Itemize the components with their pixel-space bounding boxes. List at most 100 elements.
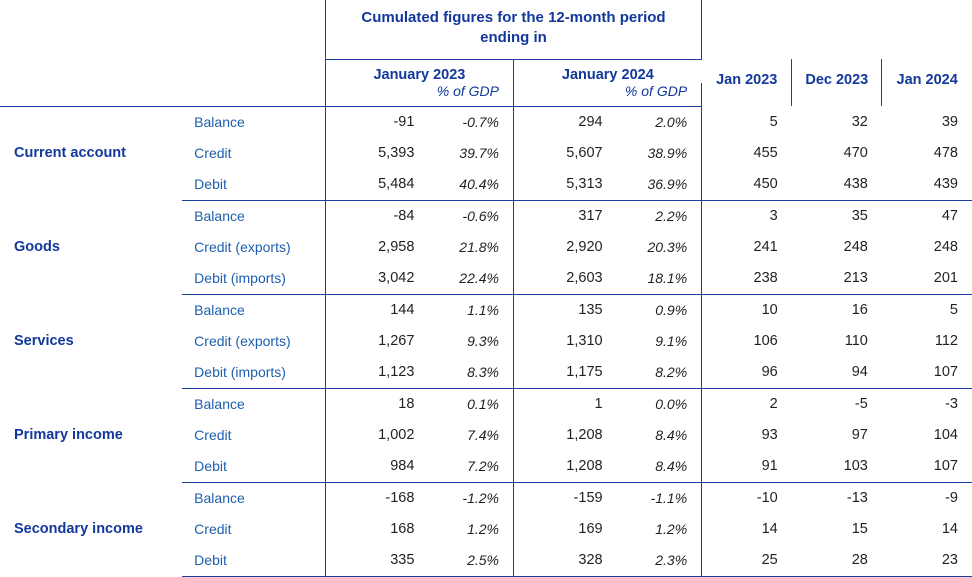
value-cum-2024: 1,208 bbox=[513, 450, 617, 483]
value-jan-2024: 107 bbox=[881, 450, 972, 483]
row-label: Credit (exports) bbox=[182, 325, 326, 357]
value-jan-2023: 106 bbox=[753, 333, 778, 349]
value-dec-2023: 470 bbox=[843, 145, 868, 161]
value-dec-2023: 248 bbox=[843, 239, 868, 255]
value-pct-2024: 38.9% bbox=[616, 137, 703, 169]
value-pct-2024: 8.4% bbox=[616, 419, 703, 451]
table-header: Cumulated figures for the 12-month perio… bbox=[0, 0, 972, 107]
value-cum-2023: 18 bbox=[398, 396, 415, 412]
value-cum-2024: 1,208 bbox=[566, 427, 603, 443]
value-cum-2024: 5,607 bbox=[566, 145, 603, 161]
value-jan-2024: 248 bbox=[933, 239, 958, 255]
value-dec-2023: 110 bbox=[844, 333, 868, 349]
value-jan-2024: 478 bbox=[933, 145, 958, 161]
value-cum-2024: 1 bbox=[594, 396, 603, 412]
row-label: Balance bbox=[182, 294, 326, 326]
value-dec-2023: 97 bbox=[851, 427, 868, 443]
value-cum-2023: 3,042 bbox=[325, 262, 429, 295]
header-month-dec-2023: Dec 2023 bbox=[791, 59, 882, 106]
value-pct-2023: -0.7% bbox=[428, 106, 514, 138]
row-label: Credit bbox=[182, 513, 326, 545]
value-jan-2023: 455 bbox=[753, 145, 778, 161]
value-cum-2023: 144 bbox=[390, 302, 415, 318]
value-cum-2024: 1,310 bbox=[566, 333, 603, 349]
header-spacer-val-2023 bbox=[324, 82, 429, 107]
value-pct-2024: 2.3% bbox=[616, 544, 703, 577]
value-pct-2023: 40.4% bbox=[428, 168, 514, 201]
value-jan-2024: 439 bbox=[881, 168, 972, 201]
value-pct-2024: 1.2% bbox=[616, 513, 703, 545]
section-services: Services Balance 144 1.1% 135 0.9% 10 16 5 Credit… bbox=[0, 294, 972, 389]
value-dec-2023: 16 bbox=[851, 302, 868, 318]
value-dec-2023: -13 bbox=[846, 490, 868, 506]
value-jan-2023: 10 bbox=[761, 302, 778, 318]
row-label: Debit (imports) bbox=[182, 356, 326, 389]
header-spacer-group-2 bbox=[0, 59, 182, 83]
table-row: Secondary income Balance -168 -1.2% -159 -1.1… bbox=[0, 482, 972, 537]
table-row: Primary income Balance 18 0.1% 1 0.0% 2 -5 -3 bbox=[0, 388, 972, 443]
value-pct-2024: 8.2% bbox=[616, 356, 703, 389]
value-jan-2023: 5 bbox=[769, 113, 778, 130]
row-label: Debit bbox=[182, 450, 326, 483]
header-spacer-item-3 bbox=[182, 82, 326, 107]
value-cum-2024: -159 bbox=[573, 490, 603, 506]
value-pct-2024: 2.0% bbox=[616, 106, 703, 138]
header-row-periods: January 2023 January 2024 Jan 2023 Dec 2… bbox=[0, 59, 972, 106]
value-cum-2023: -168 bbox=[385, 490, 415, 506]
value-cum-2023: 984 bbox=[325, 450, 429, 483]
value-pct-2024: 9.1% bbox=[616, 325, 703, 357]
value-pct-2023: -1.2% bbox=[428, 482, 514, 514]
value-cum-2023: 1,123 bbox=[325, 356, 429, 389]
value-jan-2023: 25 bbox=[701, 544, 792, 577]
section-current-account: Current account Balance -91 -0.7% 294 2.0% 5 32… bbox=[0, 106, 972, 201]
section-label: Primary income bbox=[14, 427, 123, 443]
value-pct-2024: 20.3% bbox=[616, 231, 703, 263]
value-jan-2024: 112 bbox=[934, 333, 958, 349]
value-jan-2024: 201 bbox=[881, 262, 972, 295]
value-cum-2024: 5,313 bbox=[513, 168, 617, 201]
table-row: Services Balance 144 1.1% 135 0.9% 10 16 5 bbox=[0, 294, 972, 349]
value-pct-2023: 21.8% bbox=[428, 231, 514, 263]
section-goods: Goods Balance -84 -0.6% 317 2.2% 3 35 47 Credit (… bbox=[0, 200, 972, 295]
table-row: Current account Balance -91 -0.7% 294 2.0% 5 32… bbox=[0, 106, 972, 161]
value-jan-2023: -10 bbox=[756, 490, 778, 506]
value-pct-2024: 18.1% bbox=[616, 262, 703, 295]
value-pct-2024: 0.9% bbox=[616, 294, 703, 326]
header-spacer-item-2 bbox=[182, 59, 325, 83]
row-label: Balance bbox=[182, 388, 326, 420]
value-cum-2023: 2,958 bbox=[378, 239, 415, 255]
value-pct-2024: 2.2% bbox=[616, 200, 703, 232]
value-jan-2024: 107 bbox=[881, 356, 972, 389]
value-cum-2024: 2,920 bbox=[566, 239, 603, 255]
value-jan-2023: 238 bbox=[701, 262, 792, 295]
value-dec-2023: 35 bbox=[851, 208, 868, 224]
value-jan-2023: 96 bbox=[701, 356, 792, 389]
header-spacer-group bbox=[0, 0, 182, 59]
section-primary-income: Primary income Balance 18 0.1% 1 0.0% 2 -5 -3 Cre… bbox=[0, 388, 972, 483]
value-cum-2023: 168 bbox=[390, 521, 415, 537]
value-cum-2023: 1,267 bbox=[378, 333, 415, 349]
value-cum-2024: 1,175 bbox=[513, 356, 617, 389]
value-jan-2024: 14 bbox=[941, 521, 958, 537]
header-spacer-item bbox=[182, 0, 325, 59]
value-dec-2023: 94 bbox=[791, 356, 882, 389]
value-jan-2023: 93 bbox=[761, 427, 778, 443]
value-jan-2023: 91 bbox=[701, 450, 792, 483]
value-cum-2023: 335 bbox=[325, 544, 429, 577]
header-pct-of-gdp-2024: % of GDP bbox=[616, 82, 703, 107]
value-jan-2024: 47 bbox=[941, 208, 958, 224]
section-label: Goods bbox=[14, 239, 60, 255]
section-label: Secondary income bbox=[14, 521, 143, 537]
value-pct-2023: 39.7% bbox=[428, 137, 514, 169]
value-pct-2023: 1.2% bbox=[428, 513, 514, 545]
header-cumulated-title: Cumulated figures for the 12-month perio… bbox=[324, 0, 703, 60]
value-pct-2023: 7.4% bbox=[428, 419, 514, 451]
value-pct-2023: 2.5% bbox=[428, 544, 514, 577]
table-row: Goods Balance -84 -0.6% 317 2.2% 3 35 47 bbox=[0, 200, 972, 255]
value-pct-2024: -1.1% bbox=[616, 482, 703, 514]
value-pct-2023: 1.1% bbox=[428, 294, 514, 326]
row-label: Debit (imports) bbox=[182, 262, 326, 295]
value-pct-2023: -0.6% bbox=[428, 200, 514, 232]
row-label: Credit bbox=[182, 137, 326, 169]
row-label: Credit (exports) bbox=[182, 231, 326, 263]
